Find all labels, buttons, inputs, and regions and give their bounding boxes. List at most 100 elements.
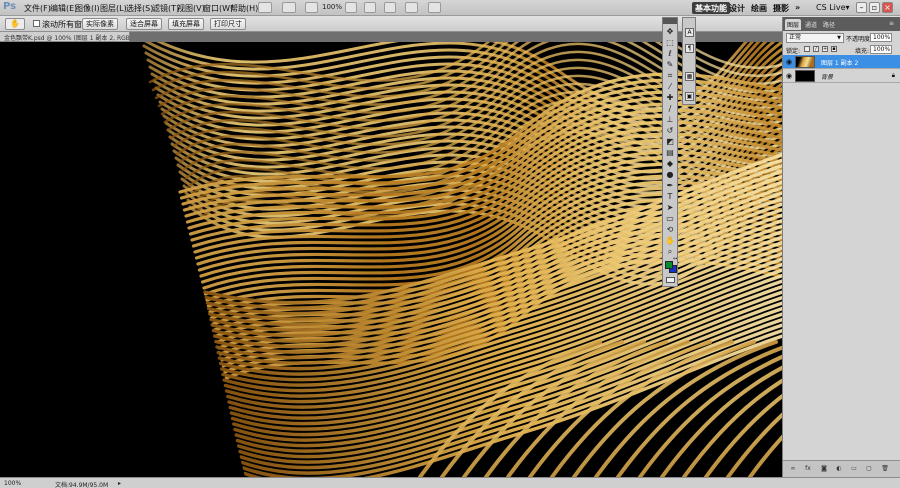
- layers-panel: 图层 通道 路径 ≡ 正常 ▼ 不透明度: 100% 锁定: ∕ + ▪ 填充:…: [782, 17, 900, 477]
- menu-layer[interactable]: 图层(L): [100, 3, 127, 14]
- layer-row[interactable]: ◉ 背景 🔒︎: [783, 69, 900, 83]
- menu-view[interactable]: 视图(V): [177, 3, 205, 14]
- paragraph-panel-icon[interactable]: ¶: [685, 44, 694, 53]
- workspace-design[interactable]: 设计: [726, 2, 748, 14]
- minimize-icon[interactable]: –: [856, 2, 867, 13]
- workspace-more-icon[interactable]: »: [792, 2, 803, 14]
- blend-mode-select[interactable]: 正常 ▼: [786, 33, 844, 43]
- status-doc-info: 文档:94.9M/95.0M: [55, 482, 109, 488]
- hand-view-icon[interactable]: [345, 2, 357, 13]
- quick-mask-icon[interactable]: [666, 277, 675, 283]
- zoom-level[interactable]: 100%: [322, 3, 342, 11]
- history-brush-tool-icon[interactable]: ↺: [665, 126, 675, 136]
- menu-edit[interactable]: 编辑(E): [50, 3, 77, 14]
- brush-tool-icon[interactable]: ∕: [665, 104, 675, 114]
- lock-all-icon[interactable]: ▪: [831, 46, 837, 52]
- arrange-documents-icon[interactable]: [405, 2, 418, 13]
- character-panel-icon[interactable]: A: [685, 28, 694, 37]
- lasso-tool-icon[interactable]: ℓ: [665, 49, 675, 59]
- hand-icon[interactable]: ✋: [5, 18, 25, 30]
- foreground-color-swatch[interactable]: [665, 261, 673, 269]
- trash-icon[interactable]: 🗑: [881, 465, 889, 473]
- screen-mode-icon[interactable]: [428, 2, 441, 13]
- gradient-tool-icon[interactable]: ▤: [665, 148, 675, 158]
- photoshop-window: Ps 文件(F) 编辑(E) 图像(I) 图层(L) 选择(S) 滤镜(T) 视…: [0, 0, 900, 488]
- close-icon[interactable]: ×: [882, 2, 893, 13]
- link-layers-icon[interactable]: ∞: [789, 465, 797, 473]
- new-layer-icon[interactable]: ▢: [865, 465, 873, 473]
- menu-filter[interactable]: 滤镜(T): [152, 3, 179, 14]
- blur-tool-icon[interactable]: ◆: [665, 159, 675, 169]
- hand-tool-icon[interactable]: ✋: [665, 236, 675, 246]
- rotate-view-icon[interactable]: [384, 2, 396, 13]
- lock-icon: 🔒︎: [891, 72, 895, 79]
- history-panel-icon[interactable]: ▦: [685, 72, 694, 81]
- scroll-all-windows-checkbox[interactable]: [33, 20, 40, 27]
- actual-pixels-button[interactable]: 实际像素: [82, 18, 118, 30]
- layer-name[interactable]: 图层 1 副本 2: [821, 58, 858, 67]
- shape-tool-icon[interactable]: ▭: [665, 214, 675, 224]
- fx-icon[interactable]: fx: [804, 465, 812, 473]
- opacity-field[interactable]: 100%: [870, 33, 892, 42]
- 3d-rotate-tool-icon[interactable]: ⟲: [665, 225, 675, 235]
- stamp-tool-icon[interactable]: ⊥: [665, 115, 675, 125]
- menu-select[interactable]: 选择(S): [126, 3, 153, 14]
- options-bar: ✋ 滚动所有窗口 实际像素 适合屏幕 填充屏幕 打印尺寸: [0, 16, 900, 32]
- type-tool-icon[interactable]: T: [665, 192, 675, 202]
- eye-icon[interactable]: ◉: [785, 72, 793, 80]
- tab-paths[interactable]: 路径: [821, 19, 837, 30]
- lock-transparency-icon[interactable]: [804, 46, 810, 52]
- healing-tool-icon[interactable]: ✚: [665, 93, 675, 103]
- status-zoom[interactable]: 100%: [4, 480, 21, 487]
- workspace-essentials[interactable]: 基本功能: [692, 2, 730, 14]
- navigator-panel-icon[interactable]: ▣: [685, 92, 694, 101]
- view-extras-icon[interactable]: [305, 2, 318, 13]
- tab-layers[interactable]: 图层: [785, 19, 802, 30]
- dodge-tool-icon[interactable]: ●: [665, 170, 675, 180]
- eye-icon[interactable]: ◉: [785, 58, 793, 66]
- lock-pixels-icon[interactable]: ∕: [813, 46, 819, 52]
- fill-field[interactable]: 100%: [870, 45, 892, 54]
- minibridge-icon[interactable]: [282, 2, 296, 13]
- bridge-icon[interactable]: [258, 2, 272, 13]
- marquee-tool-icon[interactable]: ⬚: [665, 38, 675, 48]
- pen-tool-icon[interactable]: ✒: [665, 181, 675, 191]
- workspace-painting[interactable]: 绘画: [748, 2, 770, 14]
- document-tab[interactable]: 金色飘带K.psd @ 100% (图层 1 副本 2, RGB/8) ×: [0, 32, 145, 42]
- workspace-photography[interactable]: 摄影: [770, 2, 792, 14]
- print-size-button[interactable]: 打印尺寸: [210, 18, 246, 30]
- status-arrow-icon[interactable]: ▸: [118, 480, 121, 487]
- crop-tool-icon[interactable]: ⌗: [665, 71, 675, 81]
- fill-screen-button[interactable]: 填充屏幕: [168, 18, 204, 30]
- adjustment-icon[interactable]: ◐: [835, 465, 843, 473]
- tools-panel-header[interactable]: [663, 18, 677, 24]
- layers-list-empty-area: [783, 99, 900, 469]
- swap-colors-icon[interactable]: ↔: [673, 256, 677, 262]
- menu-image[interactable]: 图像(I): [75, 3, 100, 14]
- fit-screen-button[interactable]: 适合屏幕: [126, 18, 162, 30]
- lock-position-icon[interactable]: +: [822, 46, 828, 52]
- fill-label: 填充:: [855, 48, 870, 55]
- group-icon[interactable]: ▭: [850, 465, 858, 473]
- menu-bar: Ps 文件(F) 编辑(E) 图像(I) 图层(L) 选择(S) 滤镜(T) 视…: [0, 0, 900, 16]
- restore-icon[interactable]: ▫: [869, 2, 880, 13]
- layer-row[interactable]: ◉ 图层 1 副本 2: [783, 55, 900, 69]
- layer-name[interactable]: 背景: [821, 72, 833, 81]
- eyedropper-tool-icon[interactable]: ⁄: [665, 82, 675, 92]
- move-tool-icon[interactable]: ✥: [665, 27, 675, 37]
- cs-live-button[interactable]: CS Live▾: [813, 2, 853, 14]
- eraser-tool-icon[interactable]: ◩: [665, 137, 675, 147]
- path-select-tool-icon[interactable]: ➤: [665, 203, 675, 213]
- status-bar: 100% 文档:94.9M/95.0M ▸: [0, 477, 900, 488]
- menu-window[interactable]: 窗口(W): [203, 3, 233, 14]
- menu-help[interactable]: 帮助(H): [230, 3, 258, 14]
- tools-panel: ✥ ⬚ ℓ ✎ ⌗ ⁄ ✚ ∕ ⊥ ↺ ◩ ▤ ◆ ● ✒ T ➤ ▭ ⟲ ✋ ⌕ ↔: [662, 17, 678, 287]
- mask-icon[interactable]: ◙: [820, 465, 828, 473]
- tab-channels[interactable]: 通道: [803, 19, 819, 30]
- zoom-view-icon[interactable]: [364, 2, 376, 13]
- collapsed-panel-dock: A ¶ ▦ ▣: [682, 17, 696, 105]
- menu-file[interactable]: 文件(F): [24, 3, 51, 14]
- panel-menu-icon[interactable]: ≡: [887, 19, 896, 30]
- layers-panel-footer: ∞ fx ◙ ◐ ▭ ▢ 🗑: [783, 460, 900, 477]
- quick-select-tool-icon[interactable]: ✎: [665, 60, 675, 70]
